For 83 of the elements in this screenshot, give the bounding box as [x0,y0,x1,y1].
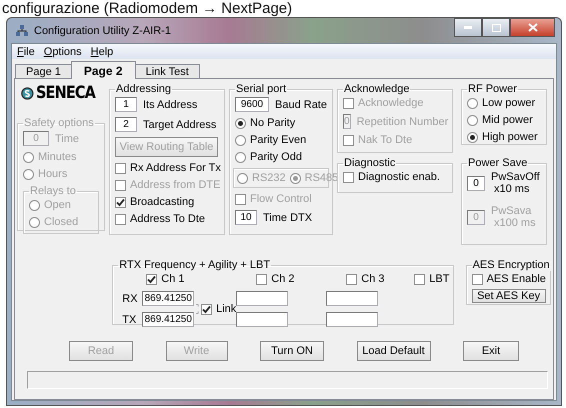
radio-button[interactable]: High power [467,131,541,143]
window-title: Configuration Utility Z-AIR-1 [34,24,172,36]
checkbox-box [201,304,212,314]
action-button[interactable]: Turn ON [260,341,324,361]
power-save-field[interactable]: 0 [467,176,485,190]
field-label: Its Address [143,98,198,110]
group-title: Acknowledge [343,83,410,95]
group-title: Safety options [23,117,95,129]
menu-item[interactable]: Help [88,46,116,58]
checkbox-box [115,196,126,208]
checkbox-box [256,274,268,284]
checkbox-box [146,274,158,284]
menu-item[interactable]: Options [40,46,85,58]
tab[interactable]: Page 1 [15,64,72,79]
checkbox-box [235,194,246,204]
close-button[interactable] [510,18,555,37]
group-title: RF Power [467,83,518,95]
minimize-button[interactable] [454,18,482,37]
rx-frequency-field[interactable]: 869.41250 [142,291,194,306]
radio-button[interactable]: No Parity [235,117,327,129]
minimize-icon [464,26,472,29]
field-label: Baud Rate [275,98,327,110]
group-title: AES Encryption [472,259,551,271]
menu-item[interactable]: File [14,46,38,58]
group-title: Addressing [115,83,172,95]
checkbox[interactable]: Address To Dte [115,213,219,225]
address-field[interactable]: 1 [115,97,137,112]
group-title: Power Save [467,157,528,169]
baud-rate-field[interactable]: 9600 [235,97,269,112]
checkbox-box [472,274,483,284]
action-button[interactable]: Exit [463,341,519,361]
tx-frequency-field[interactable] [326,312,378,327]
address-field[interactable]: 2 [115,117,137,132]
rx-label: RX [122,292,139,304]
link-checkbox[interactable]: Link [201,303,236,315]
radio-button[interactable]: Parity Odd [235,151,327,163]
field-label: Time DTX [263,212,312,224]
rx-frequency-field[interactable] [236,291,288,306]
checkbox-box [115,162,126,174]
unit-label: x10 ms [493,183,530,195]
tx-label: TX [122,314,138,326]
tab[interactable]: Link Test [134,64,200,79]
checkbox-box [343,98,354,108]
logo-text: SENECA [36,83,95,103]
maximize-icon [492,24,500,32]
checkbox[interactable]: Ch 3 [346,273,414,285]
radio-button[interactable]: Mid power [467,114,541,126]
time-dtx-field[interactable]: 10 [235,210,257,225]
checkbox[interactable]: AES Enable [472,273,545,285]
field-label: PwSava [491,205,532,217]
checkbox-box [115,214,126,224]
checkbox[interactable]: LBT [414,273,448,285]
group-title: Serial port [235,83,288,95]
group-title: RTX Frequency + Agility + LBT [118,259,272,271]
checkbox[interactable]: Broadcasting [115,196,219,208]
unit-label: x100 ms [493,217,537,229]
tab[interactable]: Page 2 [70,61,136,79]
checkbox-box [115,180,126,190]
maximize-button[interactable] [482,18,510,37]
radio-button[interactable]: Low power [467,97,541,109]
field-label: Time [55,132,80,144]
rx-frequency-field[interactable] [326,291,378,306]
network-icon [15,24,29,38]
group-title: Relays to [29,185,77,197]
checkbox[interactable]: Ch 1 [146,273,236,285]
logo-icon [21,84,34,102]
page-caption: configurazione (Radiomodem → NextPage) [1,0,292,17]
tx-frequency-field[interactable]: 869.41250 [142,312,194,327]
close-icon [528,23,538,32]
checkbox-box [414,274,426,284]
checkbox[interactable]: Ch 2 [256,273,326,285]
checkbox[interactable]: Diagnostic enab. [343,171,447,183]
field-label: Target Address [143,118,216,130]
checkbox-box [343,134,354,146]
set-aes-key-button[interactable]: Set AES Key [472,289,546,303]
group-title: Diagnostic [343,157,396,169]
field-label: Repetition Number [356,116,448,128]
checkbox[interactable]: Rx Address For Tx [115,162,219,174]
tx-frequency-field[interactable] [236,312,288,327]
action-button[interactable]: Load Default [356,341,430,361]
checkbox-box [343,172,354,182]
checkbox-box [346,274,358,284]
radio-button[interactable]: Parity Even [235,134,327,146]
